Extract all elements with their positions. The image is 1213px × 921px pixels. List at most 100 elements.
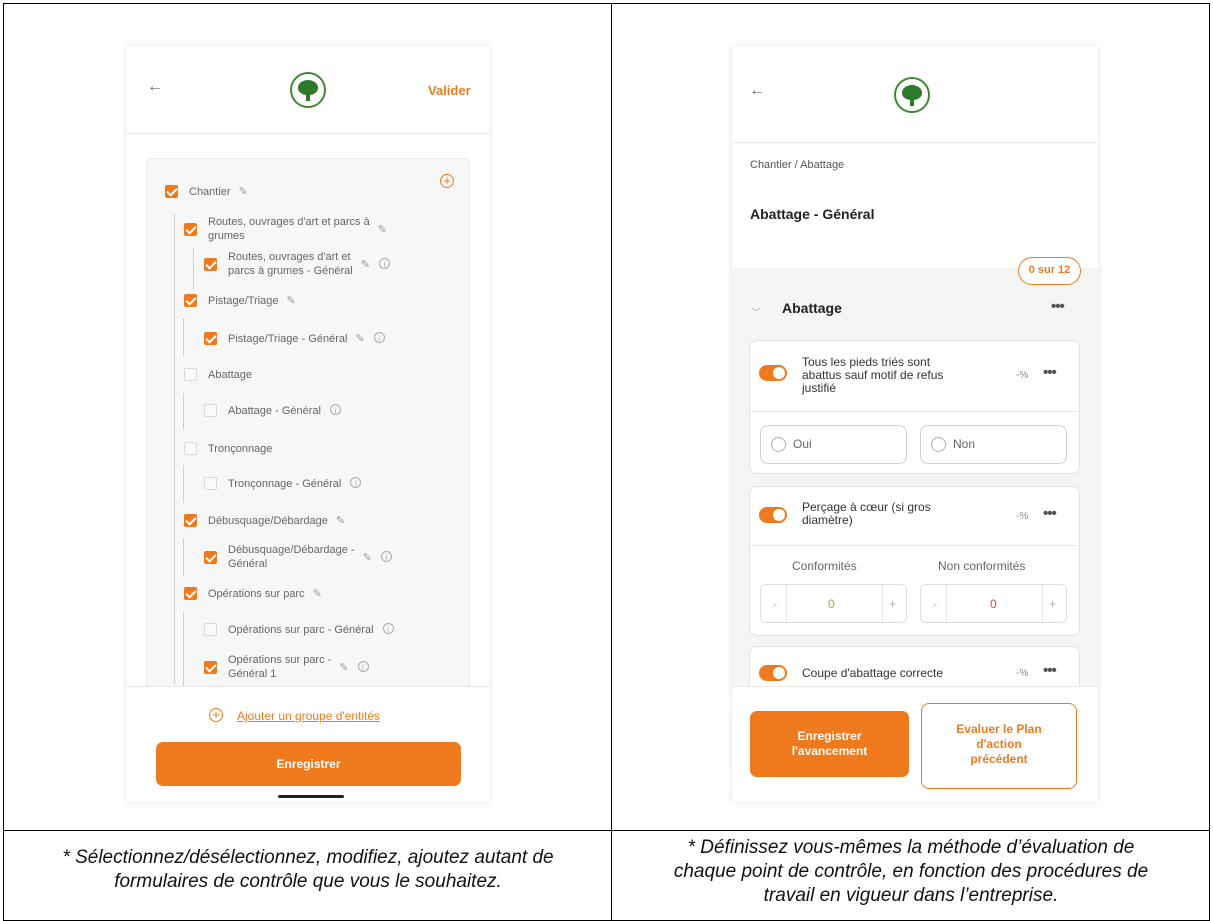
pencil-icon[interactable]: ✎ (239, 185, 248, 199)
pencil-icon[interactable]: ✎ (287, 294, 296, 308)
save-progress-button[interactable]: Enregistrer l'avancement (750, 711, 909, 777)
plus-button[interactable]: + (889, 597, 896, 611)
checkbox[interactable] (204, 477, 217, 490)
pencil-icon[interactable]: ✎ (355, 332, 364, 346)
checkbox[interactable] (204, 332, 217, 345)
minus-button[interactable]: - (773, 597, 777, 611)
tree-item-label: Routes, ouvrages d'art et parcs à grumes … (228, 251, 353, 277)
tree-item-tronconnage[interactable]: Tronçonnage (184, 442, 272, 456)
card-divider (750, 411, 1078, 412)
checkbox[interactable] (184, 587, 197, 600)
checkbox[interactable] (204, 551, 217, 564)
more-options-icon[interactable]: ••• (1043, 364, 1057, 381)
info-icon[interactable]: i (350, 477, 362, 488)
option-non[interactable]: Non (920, 425, 1067, 464)
tree-item-debusquage[interactable]: Débusquage/Débardage ✎ (184, 514, 345, 528)
info-icon[interactable]: i (382, 623, 394, 634)
pencil-icon[interactable]: ✎ (378, 223, 387, 237)
pencil-icon[interactable]: ✎ (336, 514, 345, 528)
tree-connector (183, 393, 184, 429)
home-indicator (278, 795, 344, 798)
tree-item-operations-general[interactable]: Opérations sur parc - Général i (204, 623, 394, 637)
tree-item-label: Pistage/Triage - Général (228, 333, 348, 345)
conformites-value[interactable]: 0 (828, 597, 835, 611)
evaluate-previous-plan-button[interactable]: Evaluer le Plan d'action précédent (921, 703, 1077, 789)
conformites-stepper[interactable]: - 0 + (760, 584, 907, 623)
toggle-switch[interactable] (759, 665, 787, 681)
info-icon[interactable]: i (378, 258, 390, 269)
checkbox[interactable] (204, 404, 217, 417)
tree-item-label: Abattage (208, 369, 253, 381)
checkbox[interactable] (184, 514, 197, 527)
tree-item-abattage[interactable]: Abattage (184, 368, 252, 382)
more-options-icon[interactable]: ••• (1043, 662, 1057, 679)
back-arrow-icon[interactable]: ← (147, 78, 163, 96)
tree-connector (183, 318, 184, 356)
pencil-icon[interactable]: ✎ (339, 661, 348, 675)
tree-item-operations-general-1[interactable]: Opérations sur parc - Général 1 ✎ i (204, 653, 369, 681)
tree-item-chantier[interactable]: Chantier ✎ (165, 185, 248, 199)
validate-button[interactable]: Valider (428, 83, 471, 98)
toggle-switch[interactable] (759, 365, 787, 381)
tree-connector (174, 214, 175, 684)
percentage-value: -% (1016, 370, 1029, 381)
tree-item-pistage-general[interactable]: Pistage/Triage - Général ✎ i (204, 332, 385, 346)
pencil-icon[interactable]: ✎ (313, 587, 322, 601)
tree-logo-icon (290, 72, 326, 108)
tree-item-abattage-general[interactable]: Abattage - Général i (204, 404, 341, 418)
info-icon[interactable]: i (329, 404, 341, 415)
tree-item-label: Routes, ouvrages d'art et parcs à grumes (208, 216, 370, 242)
tree-item-routes-general[interactable]: Routes, ouvrages d'art et parcs à grumes … (204, 250, 390, 278)
tree-item-label: Chantier (189, 186, 231, 198)
checkbox[interactable] (165, 185, 178, 198)
checkbox[interactable] (204, 661, 217, 674)
checkbox[interactable] (184, 442, 197, 455)
breadcrumb: Chantier / Abattage (750, 159, 845, 171)
plus-button[interactable]: + (1049, 597, 1056, 611)
footer-divider (732, 686, 1098, 687)
tree-item-label: Abattage - Général (228, 405, 321, 417)
left-caption: * Sélectionnez/désélectionnez, modifiez,… (62, 847, 554, 892)
section-menu-icon[interactable]: ••• (1051, 298, 1065, 315)
pencil-icon[interactable]: ✎ (361, 258, 370, 272)
save-button[interactable]: Enregistrer (156, 742, 461, 786)
checkbox[interactable] (184, 223, 197, 236)
add-group-link[interactable]: Ajouter un groupe d'entités (237, 709, 380, 723)
toggle-switch[interactable] (759, 507, 787, 523)
info-icon[interactable]: i (373, 332, 385, 343)
tree-item-pistage[interactable]: Pistage/Triage ✎ (184, 294, 296, 308)
option-oui[interactable]: Oui (760, 425, 907, 464)
tree-item-label: Tronçonnage - Général (228, 478, 342, 490)
percentage-value: -% (1016, 511, 1029, 522)
add-circle-icon[interactable]: + (440, 174, 454, 188)
percentage-value: -% (1016, 668, 1029, 679)
radio-icon (771, 437, 786, 452)
add-group-plus-icon[interactable]: + (209, 708, 223, 722)
checkbox[interactable] (204, 258, 217, 271)
tree-item-debusquage-general[interactable]: Débusquage/Débardage - Général ✎ i (204, 543, 392, 571)
tree-connector (183, 538, 184, 576)
checkbox[interactable] (184, 294, 197, 307)
conformites-label: Conformités (792, 559, 857, 573)
checkbox[interactable] (184, 368, 197, 381)
more-options-icon[interactable]: ••• (1043, 505, 1057, 522)
info-icon[interactable]: i (380, 551, 392, 562)
footer-divider (127, 686, 489, 687)
table-divider-vertical (611, 3, 612, 921)
info-icon[interactable]: i (357, 661, 369, 672)
checkbox[interactable] (204, 623, 217, 636)
table-divider-horizontal (3, 830, 1210, 831)
back-arrow-icon[interactable]: ← (749, 82, 765, 100)
non-conformites-stepper[interactable]: - 0 + (920, 584, 1067, 623)
tree-item-operations[interactable]: Opérations sur parc ✎ (184, 587, 322, 601)
tree-item-tronconnage-general[interactable]: Tronçonnage - Général i (204, 477, 362, 491)
non-conformites-label: Non conformités (938, 559, 1026, 573)
header-divider (732, 142, 1098, 143)
tree-item-routes[interactable]: Routes, ouvrages d'art et parcs à grumes ✎ (184, 215, 387, 243)
tree-item-label: Opérations sur parc - Général 1 (228, 654, 332, 680)
non-conformites-value[interactable]: 0 (990, 597, 997, 611)
section-title: Abattage (782, 300, 842, 316)
minus-button[interactable]: - (933, 597, 937, 611)
pencil-icon[interactable]: ✎ (363, 551, 372, 565)
chevron-down-icon[interactable]: ﹀ (751, 304, 761, 319)
